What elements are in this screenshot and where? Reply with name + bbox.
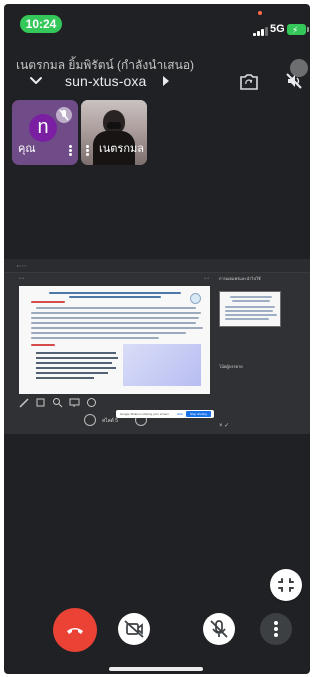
pen-icon[interactable] xyxy=(19,397,30,408)
more-vert-icon[interactable] xyxy=(85,145,89,157)
caret-right-icon[interactable] xyxy=(162,76,170,86)
stop-sharing-button[interactable]: Stop sharing xyxy=(186,411,211,417)
meeting-code[interactable]: sun-xtus-oxa xyxy=(65,73,146,89)
camera-off-icon xyxy=(124,620,144,638)
avatar: n xyxy=(29,114,57,142)
shared-footer-icons: × ✓ xyxy=(219,423,230,429)
signal-icon xyxy=(253,26,269,36)
participant-tile-presenter[interactable]: เนตรกมล xyxy=(81,100,147,165)
time: 10:24 xyxy=(20,15,62,33)
slide-text-line xyxy=(31,322,196,324)
mic-off-icon xyxy=(210,620,228,638)
speaker-off-icon[interactable] xyxy=(285,72,303,90)
end-call-icon xyxy=(67,628,83,634)
more-horizontal-icon[interactable] xyxy=(86,397,97,408)
call-controls xyxy=(4,608,310,664)
school-logo-icon xyxy=(190,293,201,304)
hide-banner-button[interactable]: Hide xyxy=(177,412,183,416)
presentation-slide xyxy=(19,286,210,394)
copy-icon[interactable] xyxy=(35,397,46,408)
camera-switch-icon[interactable] xyxy=(239,73,259,91)
more-vert-icon xyxy=(274,621,278,637)
slide-text-line xyxy=(31,337,159,339)
slide-subheading xyxy=(31,344,55,346)
slide-preview-thumbnail[interactable] xyxy=(219,291,281,327)
status-bar: 10:24 5G ⚡ xyxy=(4,4,310,48)
annotation-tools xyxy=(19,397,101,409)
slide-counter: สไลด์ 5 xyxy=(102,418,119,424)
participant-name: คุณ xyxy=(18,143,36,155)
microphone-toggle-button[interactable] xyxy=(203,613,235,645)
mask-shape xyxy=(107,122,121,129)
screen-icon[interactable] xyxy=(69,397,80,408)
sharing-banner: Google Slides is sharing your screen Hid… xyxy=(116,410,214,418)
slide-text-line xyxy=(31,317,199,319)
sharing-banner-text: Google Slides is sharing your screen xyxy=(120,412,169,416)
slide-header: ▫ ▫ ▫ ▫ xyxy=(19,276,209,282)
slide-text-line xyxy=(31,312,201,314)
slide-red-heading xyxy=(31,301,65,303)
end-call-button[interactable] xyxy=(53,608,97,652)
mic-off-icon xyxy=(56,107,72,123)
exit-fullscreen-icon[interactable] xyxy=(270,569,302,601)
zoom-icon[interactable] xyxy=(52,397,63,408)
slide-title xyxy=(49,290,181,300)
chevron-down-icon[interactable] xyxy=(28,73,44,89)
slide-body-text xyxy=(36,351,118,382)
recording-indicator xyxy=(258,11,262,15)
battery-icon: ⚡ xyxy=(287,24,309,35)
slide-text-line xyxy=(36,307,196,309)
network-label: 5G xyxy=(270,23,285,35)
more-vert-icon[interactable] xyxy=(68,145,72,157)
speaker-notes-label: โน้ตผู้บรรยาย xyxy=(219,364,243,369)
participant-tile-self[interactable]: n คุณ xyxy=(12,100,78,165)
meet-screen: 10:24 5G ⚡ เนตรกมล ยิ้มพิรัตน์ (กำลังนำเ… xyxy=(4,4,310,674)
shared-toolbar: • ▫ ▫ ▫ xyxy=(4,259,310,273)
participant-tiles: n คุณ เนตรกมล xyxy=(12,100,147,165)
participant-name: เนตรกมล xyxy=(99,143,144,155)
slide-text-line xyxy=(31,332,186,334)
side-panel-title: การเผยแพร่และนำไปใช้ xyxy=(219,276,261,281)
meeting-header: sun-xtus-oxa xyxy=(4,72,310,94)
shared-toolbar-text: • ▫ ▫ ▫ xyxy=(17,263,26,268)
side-panel: การเผยแพร่และนำไปใช้ โน้ตผู้บรรยาย xyxy=(219,275,301,425)
home-indicator[interactable] xyxy=(109,667,203,671)
slide-text-line xyxy=(31,327,203,329)
camera-toggle-button[interactable] xyxy=(118,613,150,645)
shared-screen[interactable]: • ▫ ▫ ▫ ▫ ▫ ▫ ▫ การเผยแพร่และนำไปใช้ โน้… xyxy=(4,259,310,434)
slide-image xyxy=(123,344,201,386)
previous-slide-icon[interactable] xyxy=(84,414,96,426)
more-options-button[interactable] xyxy=(260,613,292,645)
